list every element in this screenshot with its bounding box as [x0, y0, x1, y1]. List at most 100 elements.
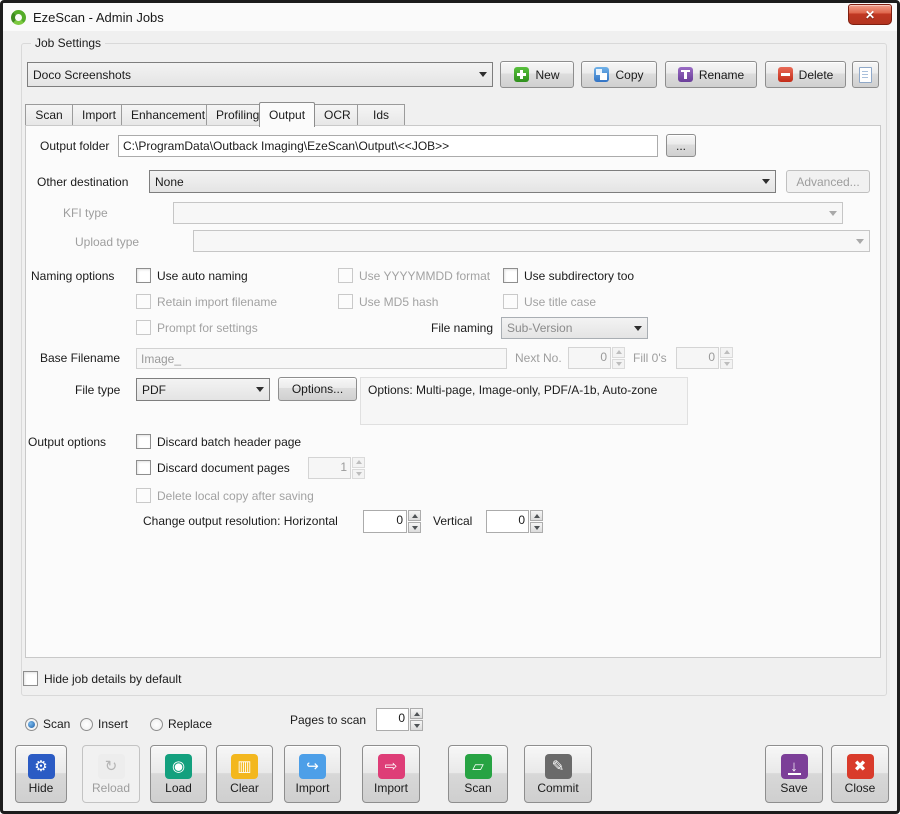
tab-scan[interactable]: Scan: [25, 104, 73, 125]
vertical-resolution-label: Vertical: [433, 514, 472, 528]
spinner-up-button[interactable]: [530, 510, 543, 521]
commit-button[interactable]: ✎ Commit: [524, 745, 592, 803]
copy-button-label: Copy: [615, 68, 643, 82]
tab-ids[interactable]: Ids: [357, 104, 405, 125]
file-naming-combobox[interactable]: Sub-Version: [501, 317, 648, 339]
rename-button-label: Rename: [699, 68, 744, 82]
spinner-down-button[interactable]: [410, 720, 423, 731]
job-tabs: Scan Import Enhancement Profiling Output…: [25, 103, 404, 125]
mode-radio-insert[interactable]: Insert: [80, 717, 128, 731]
document-icon: [859, 67, 872, 83]
discard-document-pages-value: 1: [308, 457, 351, 479]
prompt-for-settings-checkbox: Prompt for settings: [136, 320, 258, 335]
checkbox-label: Use MD5 hash: [359, 295, 438, 309]
dropdown-arrow-icon: [856, 239, 864, 244]
base-filename-input: Image_: [136, 348, 507, 369]
title-bar: EzeScan - Admin Jobs ✕: [3, 3, 897, 31]
spinner-up-button[interactable]: [408, 510, 421, 521]
window-close-button[interactable]: ✕: [848, 4, 892, 25]
new-icon: [514, 67, 529, 82]
spinner-up-button[interactable]: [410, 708, 423, 719]
delete-button-label: Delete: [799, 68, 834, 82]
load-button[interactable]: ◉ Load: [150, 745, 207, 803]
new-job-button[interactable]: New: [500, 61, 574, 88]
spinner-down-button[interactable]: [408, 522, 421, 533]
radio-label: Scan: [43, 717, 70, 731]
fill-zeros-label: Fill 0's: [633, 351, 667, 365]
rename-job-button[interactable]: Rename: [665, 61, 757, 88]
new-button-label: New: [535, 68, 559, 82]
checkbox-box: [503, 294, 518, 309]
close-x-icon: ✖: [847, 754, 874, 779]
copy-job-button[interactable]: Copy: [581, 61, 657, 88]
horizontal-resolution-value: 0: [363, 510, 407, 533]
horizontal-resolution-spinner[interactable]: 0: [363, 510, 421, 533]
output-options-label: Output options: [28, 435, 106, 449]
file-type-options-summary: Options: Multi-page, Image-only, PDF/A-1…: [360, 377, 688, 425]
radio-button: [25, 718, 38, 731]
commit-pencil-icon: ✎: [545, 754, 572, 779]
output-folder-input[interactable]: C:\ProgramData\Outback Imaging\EzeScan\O…: [118, 135, 658, 157]
tab-import[interactable]: Import: [72, 104, 122, 125]
mode-radio-replace[interactable]: Replace: [150, 717, 212, 731]
save-button[interactable]: ↓ Save: [765, 745, 823, 803]
checkbox-box: [136, 268, 151, 283]
hide-job-details-checkbox[interactable]: Hide job details by default: [23, 671, 181, 686]
discard-document-pages-checkbox[interactable]: Discard document pages: [136, 460, 290, 475]
checkbox-box: [136, 488, 151, 503]
delete-job-button[interactable]: Delete: [765, 61, 846, 88]
import-folder-button[interactable]: ⇨ Import: [362, 745, 420, 803]
action-label: Commit: [537, 782, 578, 794]
pages-to-scan-spinner[interactable]: 0: [376, 708, 423, 731]
file-type-value: PDF: [142, 383, 252, 397]
job-notes-button[interactable]: [852, 61, 879, 88]
tab-ocr[interactable]: OCR: [314, 104, 358, 125]
change-resolution-label: Change output resolution: Horizontal: [143, 514, 338, 528]
import-file-icon: ↪: [299, 754, 326, 779]
file-type-combobox[interactable]: PDF: [136, 378, 270, 401]
checkbox-label: Prompt for settings: [157, 321, 258, 335]
checkbox-box: [136, 434, 151, 449]
discard-batch-header-checkbox[interactable]: Discard batch header page: [136, 434, 301, 449]
save-download-icon: ↓: [781, 754, 808, 779]
spinner-down-button[interactable]: [530, 522, 543, 533]
window-title: EzeScan - Admin Jobs: [33, 10, 164, 25]
job-settings-group-label: Job Settings: [31, 36, 105, 50]
hide-button[interactable]: ⚙ Hide: [15, 745, 67, 803]
spinner-down-button: [352, 469, 365, 480]
tab-enhancement[interactable]: Enhancement: [121, 104, 207, 125]
trash-icon: ▥: [231, 754, 258, 779]
file-naming-label: File naming: [431, 321, 493, 335]
checkbox-box: [338, 268, 353, 283]
checkbox-box: [338, 294, 353, 309]
tab-output[interactable]: Output: [259, 102, 315, 127]
job-select-combobox[interactable]: Doco Screenshots: [27, 62, 493, 87]
use-title-case-checkbox: Use title case: [503, 294, 596, 309]
discard-document-pages-spinner: 1: [308, 457, 365, 479]
gears-icon: ⚙: [28, 754, 55, 779]
close-button[interactable]: ✖ Close: [831, 745, 889, 803]
mode-radio-scan[interactable]: Scan: [25, 717, 70, 731]
import-file-button[interactable]: ↪ Import: [284, 745, 341, 803]
browse-output-folder-button[interactable]: ...: [666, 134, 696, 157]
dropdown-arrow-icon: [256, 387, 264, 392]
dropdown-arrow-icon: [829, 211, 837, 216]
spinner-up-button: [720, 347, 733, 358]
checkbox-box: [503, 268, 518, 283]
dropdown-arrow-icon: [762, 179, 770, 184]
scan-button[interactable]: ▱ Scan: [448, 745, 508, 803]
other-destination-combobox[interactable]: None: [149, 170, 776, 193]
other-destination-label: Other destination: [37, 175, 128, 189]
kfi-type-label: KFI type: [63, 206, 108, 220]
scanner-icon: ▱: [465, 754, 492, 779]
clear-button[interactable]: ▥ Clear: [216, 745, 273, 803]
tab-profiling[interactable]: Profiling: [206, 104, 260, 125]
dropdown-arrow-icon: [479, 72, 487, 77]
dropdown-arrow-icon: [634, 326, 642, 331]
checkbox-label: Retain import filename: [157, 295, 277, 309]
use-subdirectory-checkbox[interactable]: Use subdirectory too: [503, 268, 634, 283]
file-type-options-button[interactable]: Options...: [278, 377, 357, 401]
use-auto-naming-checkbox[interactable]: Use auto naming: [136, 268, 248, 283]
vertical-resolution-spinner[interactable]: 0: [486, 510, 543, 533]
fill-zeros-spinner: 0: [676, 347, 733, 369]
